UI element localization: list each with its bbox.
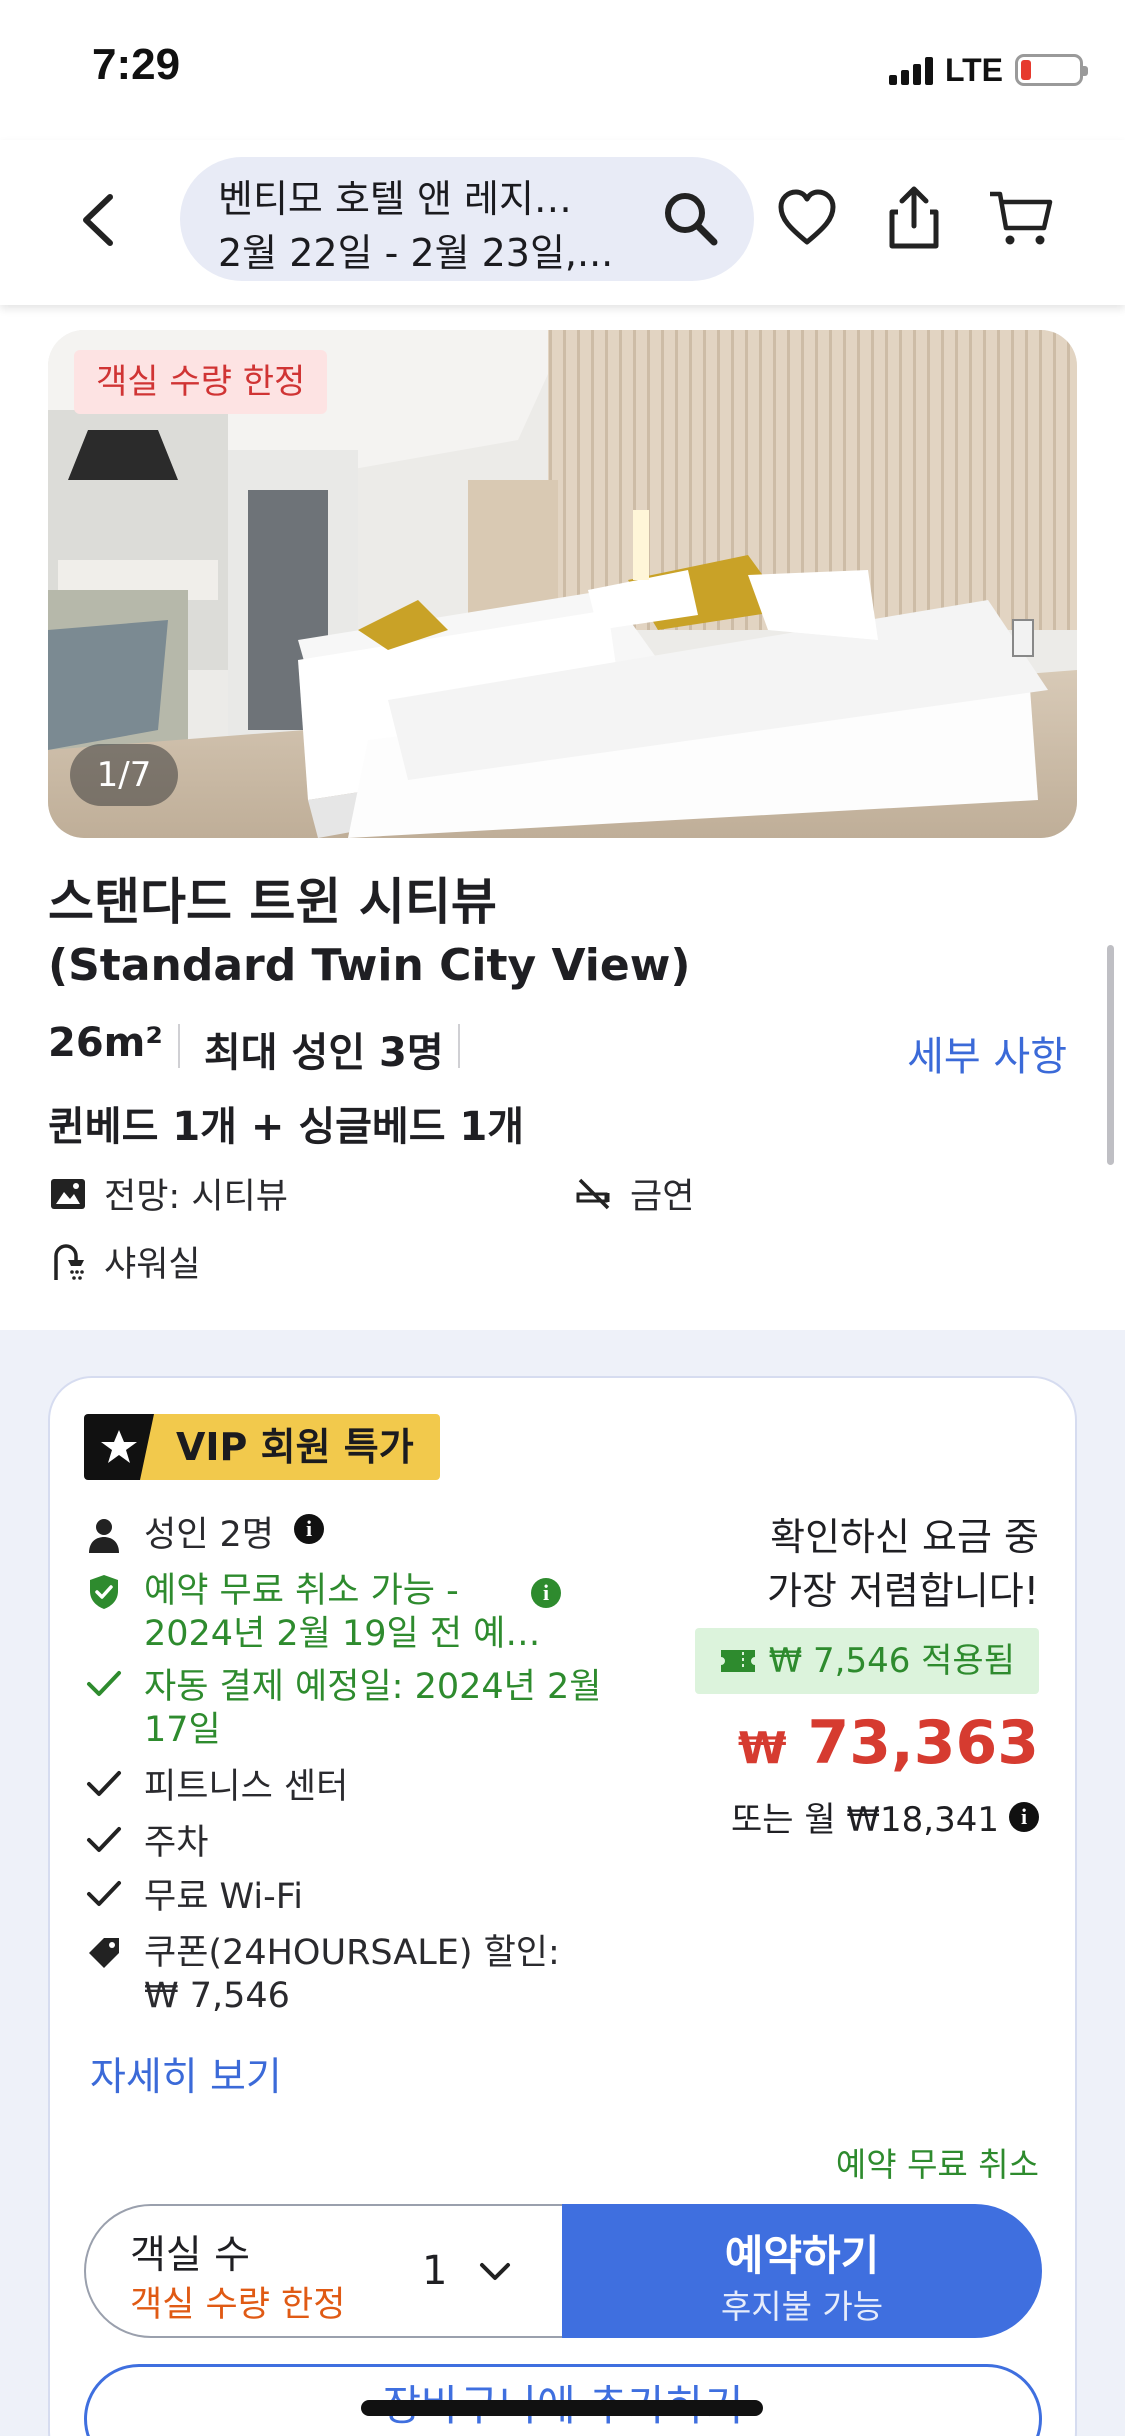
person-icon [89,1519,119,1553]
room-count-value[interactable]: 1 [422,2248,447,2294]
feature-shower-label: 샤워실 [104,1245,201,1285]
room-title: 스탠다드 트윈 시티뷰 [48,873,497,931]
price-currency: ₩ [738,1723,787,1774]
check-icon [87,1827,121,1852]
bed-configuration: 퀸베드 1개 + 싱글베드 1개 [48,1104,525,1150]
check-icon [87,1771,121,1796]
room-capacity: 최대 성인 3명 [204,1030,444,1076]
coupon-applied-label: ₩ 7,546 적용됨 [768,1641,1015,1681]
room-size: 26m² [48,1020,163,1066]
coupon-line2: ₩ 7,546 [144,1976,290,2016]
hotel-name-summary: 벤티모 호텔 앤 레지… [218,177,572,221]
status-indicators: LTE [888,50,1088,90]
autopay-line1: 자동 결제 예정일: 2024년 2월 [144,1667,602,1707]
feature-shower: 샤워실 [48,1236,201,1287]
status-time: 7:29 [92,40,181,89]
feature-smoking-label: 금연 [630,1177,695,1217]
info-icon[interactable]: i [294,1514,324,1544]
lowest-price-note: 확인하신 요금 중 가장 저렴합니다! [767,1510,1039,1618]
room-count-label: 객실 수 [130,2233,251,2278]
search-icon[interactable] [660,188,720,248]
vip-label: VIP 회원 특가 [140,1414,440,1480]
room-title-english: (Standard Twin City View) [48,940,691,991]
coupon-line1: 쿠폰(24HOURSALE) 할인: [144,1933,560,1973]
battery-icon [1015,54,1088,86]
signal-icon [888,55,933,85]
coupon-applied-badge: ₩ 7,546 적용됨 [694,1628,1039,1694]
ticket-icon [720,1650,755,1672]
room-details-link[interactable]: 세부 사항 [907,1024,1067,1082]
photo-counter: 1/7 [70,744,178,806]
guests-row: 성인 2명 i [84,1514,324,1557]
share-icon[interactable] [884,184,944,250]
amenity-parking-label: 주차 [144,1823,209,1863]
free-cancel-line2: 2024년 2월 19일 전 예… [144,1614,541,1654]
amenity-fitness: 피트니스 센터 [84,1766,348,1809]
amenity-fitness-label: 피트니스 센터 [144,1767,349,1807]
amenity-wifi: 무료 Wi-Fi [84,1876,303,1919]
room-count-limited: 객실 수량 한정 [130,2285,346,2325]
free-cancel-row: 예약 무료 취소 가능 -2024년 2월 19일 전 예… [84,1570,584,1656]
feature-smoking: 금연 [574,1168,694,1219]
shower-icon [54,1243,84,1280]
coupon-row: 쿠폰(24HOURSALE) 할인: ₩ 7,546 [84,1932,604,2018]
free-cancel-tag: 예약 무료 취소 [835,2145,1039,2184]
autopay-row: 자동 결제 예정일: 2024년 2월 17일 [84,1666,604,1752]
monthly-label: 또는 월 ₩18,341 [730,1800,999,1840]
check-icon [87,1881,121,1906]
amenity-wifi-label: 무료 Wi-Fi [144,1877,304,1917]
feature-view: 전망: 시티뷰 [48,1168,288,1219]
chevron-down-icon[interactable] [478,2258,512,2286]
scrollbar[interactable] [1107,945,1114,1165]
vip-badge: VIP 회원 특가 [84,1414,440,1480]
autopay-line2: 17일 [144,1710,221,1750]
date-summary: 2월 22일 - 2월 23일,... [218,231,614,275]
cart-icon[interactable] [988,188,1054,248]
check-icon [87,1671,121,1696]
star-icon [101,1430,137,1463]
info-icon[interactable]: i [1009,1801,1039,1832]
limited-rooms-badge: 객실 수량 한정 [74,350,328,414]
guests-label: 성인 2명 [144,1515,274,1555]
book-button-label: 예약하기 [724,2231,880,2280]
network-label: LTE [944,51,1003,88]
shield-check-icon [90,1575,118,1609]
price-note-line2: 가장 저렴합니다! [766,1569,1039,1613]
chevron-left-icon [83,194,113,246]
price-note-line1: 확인하신 요금 중 [770,1515,1039,1559]
book-button-sublabel: 후지불 가능 [720,2287,884,2326]
favorite-heart-icon[interactable] [776,188,838,248]
home-indicator [361,2400,763,2416]
divider [178,1024,180,1068]
see-more-link[interactable]: 자세히 보기 [90,2046,282,2102]
city-view-icon [51,1178,85,1209]
cancel-info-icon[interactable]: i [531,1578,561,1608]
back-button[interactable] [72,185,132,255]
price-value: 73,363 [807,1708,1039,1778]
divider [458,1024,460,1068]
monthly-price: 또는 월 ₩18,341 i [731,1792,1039,1841]
feature-view-label: 전망: 시티뷰 [104,1177,288,1217]
total-price: ₩ 73,363 [738,1708,1039,1778]
amenity-parking: 주차 [84,1822,208,1865]
no-smoking-icon [576,1178,610,1209]
free-cancel-line1: 예약 무료 취소 가능 - [144,1571,459,1611]
tag-icon [89,1938,119,1968]
